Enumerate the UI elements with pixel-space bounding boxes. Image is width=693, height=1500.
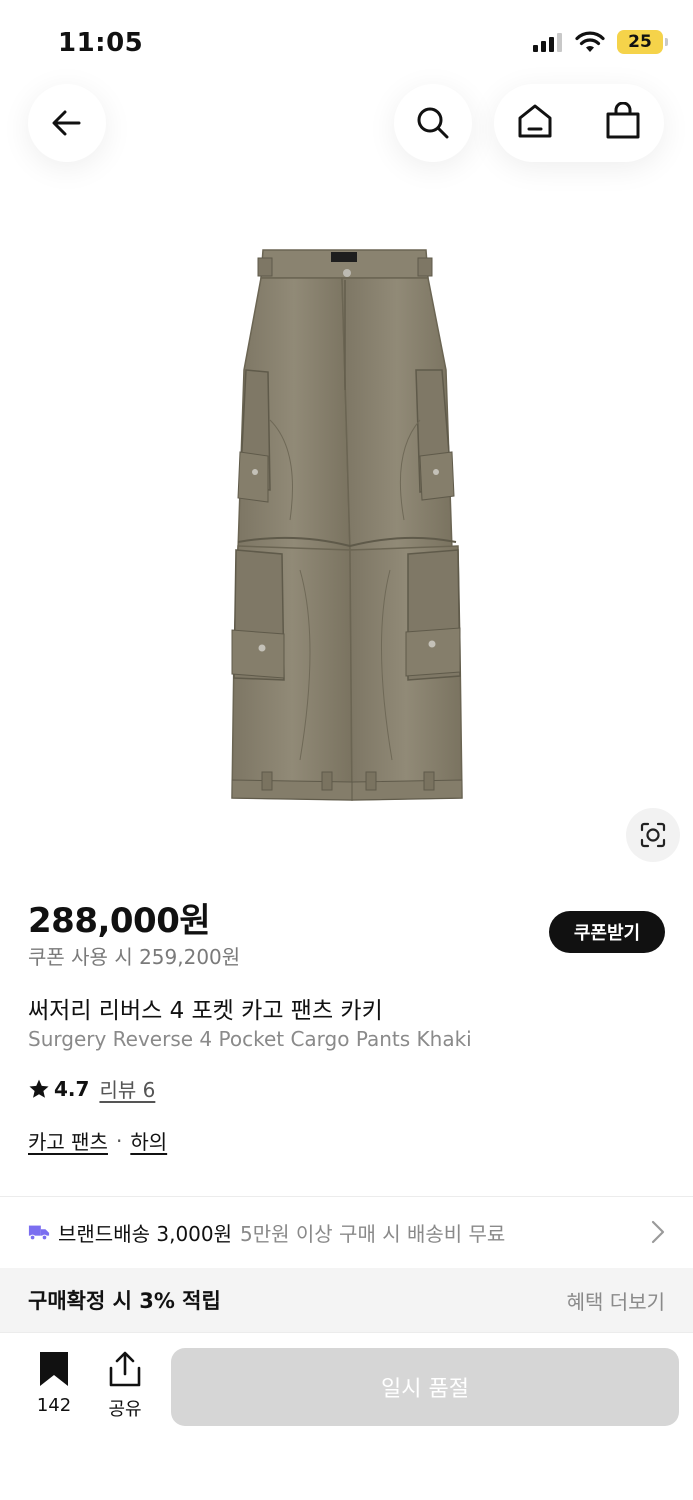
product-title-korean: 써저리 리버스 4 포켓 카고 팬츠 카키 <box>28 998 383 1024</box>
back-arrow-icon <box>52 110 81 136</box>
home-icon <box>518 104 552 138</box>
bookmark-button[interactable]: 142 <box>30 1351 78 1416</box>
category-link-bottoms[interactable]: 하의 <box>130 1126 167 1155</box>
shopping-bag-icon <box>606 101 640 139</box>
share-label: 공유 <box>108 1399 142 1420</box>
product-price: 288,000원 <box>28 901 211 941</box>
cellular-signal-icon <box>533 33 562 52</box>
status-icons: 25 <box>533 30 668 54</box>
benefit-banner: 구매확정 시 3% 적립 혜택 더보기 <box>0 1268 693 1332</box>
brand-shipping-fee: 브랜드배송 3,000원 <box>58 1221 233 1246</box>
benefit-more-link[interactable]: 혜택 더보기 <box>567 1286 665 1315</box>
back-button[interactable] <box>28 84 106 162</box>
delivery-truck-icon <box>28 1225 50 1241</box>
review-link[interactable]: 리뷰 6 <box>99 1074 155 1103</box>
search-icon <box>417 107 449 139</box>
category-separator: · <box>115 1128 123 1153</box>
search-button[interactable] <box>394 84 472 162</box>
home-button[interactable] <box>516 102 554 144</box>
status-time: 11:05 <box>58 28 144 58</box>
rating-row: 4.7 리뷰 6 <box>28 1074 155 1103</box>
battery-icon: 25 <box>617 30 668 54</box>
product-title-english: Surgery Reverse 4 Pocket Cargo Pants Kha… <box>28 1027 472 1051</box>
camera-lens-icon <box>640 822 666 848</box>
category-link-cargo-pants[interactable]: 카고 팬츠 <box>28 1126 108 1155</box>
product-image <box>0 220 693 860</box>
bottom-action-bar: 142 공유 일시 품절 <box>0 1332 693 1500</box>
shipping-row[interactable]: 브랜드배송 3,000원 5만원 이상 구매 시 배송비 무료 <box>0 1198 693 1266</box>
cargo-pants-image <box>231 249 463 801</box>
wifi-icon <box>575 31 605 52</box>
category-breadcrumb: 카고 팬츠 · 하의 <box>28 1126 167 1155</box>
benefit-title: 구매확정 시 3% 적립 <box>28 1289 221 1313</box>
image-search-button[interactable] <box>626 808 680 862</box>
status-bar: 11:05 25 <box>0 0 693 88</box>
star-icon <box>29 1079 49 1098</box>
share-icon <box>109 1351 141 1387</box>
rating-value: 4.7 <box>54 1076 90 1101</box>
sold-out-button[interactable]: 일시 품절 <box>171 1348 679 1426</box>
share-button[interactable]: 공유 <box>100 1351 150 1421</box>
bookmark-count: 142 <box>36 1395 72 1416</box>
bookmark-icon <box>40 1352 68 1386</box>
nav-pill <box>494 84 664 162</box>
coupon-price: 쿠폰 사용 시 259,200원 <box>28 945 241 969</box>
free-shipping-condition: 5만원 이상 구매 시 배송비 무료 <box>240 1221 506 1246</box>
section-divider <box>0 1196 693 1197</box>
get-coupon-button[interactable]: 쿠폰받기 <box>549 911 665 953</box>
chevron-right-icon <box>651 1220 665 1244</box>
cart-button[interactable] <box>604 101 642 144</box>
